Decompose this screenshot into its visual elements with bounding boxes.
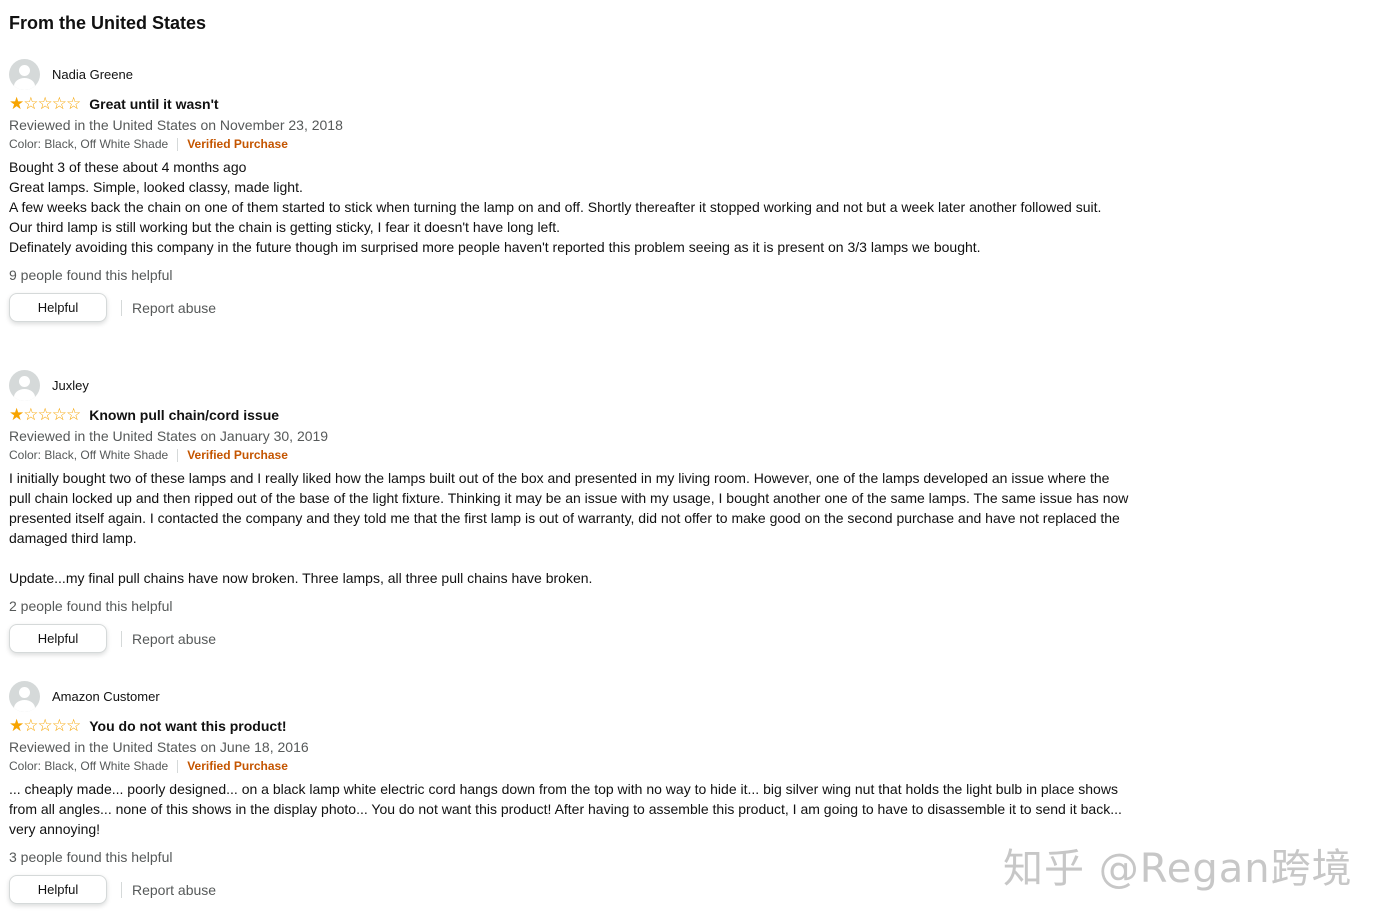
star-rating[interactable]: ★☆☆☆☆ <box>9 716 81 735</box>
star-empty-icon: ☆ <box>23 716 38 735</box>
divider <box>121 881 122 898</box>
star-empty-icon: ☆ <box>66 716 81 735</box>
review-date: Reviewed in the United States on June 18… <box>9 739 309 755</box>
review-date: Reviewed in the United States on Novembe… <box>9 117 343 133</box>
star-filled-icon: ★ <box>9 405 24 424</box>
review-body-line: Bought 3 of these about 4 months ago <box>9 159 247 175</box>
star-empty-icon: ☆ <box>37 94 53 113</box>
star-filled-icon: ★ <box>9 716 24 735</box>
product-format[interactable]: Color: Black, Off White Shade <box>9 446 168 464</box>
divider <box>121 299 122 316</box>
helpful-button[interactable]: Helpful <box>9 875 107 904</box>
watermark: 知乎 @Regan跨境 <box>1003 846 1353 892</box>
avatar-icon <box>9 680 40 712</box>
helpful-button[interactable]: Helpful <box>9 624 107 653</box>
reviewer-name[interactable]: Nadia Greene <box>52 67 133 82</box>
star-empty-icon: ☆ <box>51 405 67 424</box>
product-format[interactable]: Color: Black, Off White Shade <box>9 135 168 153</box>
review-body-line: I initially bought two of these lamps an… <box>9 470 1129 546</box>
helpful-count: 3 people found this helpful <box>9 849 173 865</box>
report-abuse-link[interactable]: Report abuse <box>132 300 216 316</box>
verified-purchase-badge: Verified Purchase <box>187 759 288 773</box>
review-title[interactable]: Great until it wasn't <box>89 96 218 112</box>
star-empty-icon: ☆ <box>66 94 81 113</box>
review-body-line: Update...my final pull chains have now b… <box>9 570 593 586</box>
star-empty-icon: ☆ <box>23 94 38 113</box>
star-filled-icon: ★ <box>9 94 24 113</box>
section-title: From the United States <box>9 13 207 33</box>
divider <box>177 759 179 773</box>
review-card: Nadia Greene ★☆☆☆☆ Great until it wasn't… <box>9 58 1134 322</box>
divider <box>121 630 122 647</box>
star-empty-icon: ☆ <box>51 716 67 735</box>
review-body-line: Definately avoiding this company in the … <box>9 239 981 255</box>
review-body-line: ... cheaply made... poorly designed... o… <box>9 781 1122 837</box>
reviewer-profile[interactable]: Nadia Greene <box>9 58 1134 90</box>
verified-purchase-badge: Verified Purchase <box>187 137 288 151</box>
avatar-icon <box>9 369 40 401</box>
product-format[interactable]: Color: Black, Off White Shade <box>9 757 168 775</box>
star-rating[interactable]: ★☆☆☆☆ <box>9 405 81 424</box>
reviewer-profile[interactable]: Amazon Customer <box>9 680 1134 712</box>
reviewer-name[interactable]: Juxley <box>52 378 89 393</box>
reviewer-profile[interactable]: Juxley <box>9 369 1134 401</box>
reviewer-name[interactable]: Amazon Customer <box>52 689 160 704</box>
star-empty-icon: ☆ <box>66 405 81 424</box>
report-abuse-link[interactable]: Report abuse <box>132 882 216 898</box>
review-body-line <box>9 548 1134 568</box>
star-empty-icon: ☆ <box>51 94 67 113</box>
review-body-line: A few weeks back the chain on one of the… <box>9 199 1102 215</box>
divider <box>177 137 179 151</box>
helpful-count: 9 people found this helpful <box>9 267 173 283</box>
review-body: ... cheaply made... poorly designed... o… <box>9 779 1134 839</box>
avatar-icon <box>9 58 40 90</box>
helpful-count: 2 people found this helpful <box>9 598 173 614</box>
review-body-line: Our third lamp is still working but the … <box>9 219 561 235</box>
review-body: I initially bought two of these lamps an… <box>9 468 1134 588</box>
divider <box>177 448 179 462</box>
review-card: Juxley ★☆☆☆☆ Known pull chain/cord issue… <box>9 369 1134 653</box>
star-empty-icon: ☆ <box>23 405 38 424</box>
star-empty-icon: ☆ <box>37 716 53 735</box>
verified-purchase-badge: Verified Purchase <box>187 448 288 462</box>
star-rating[interactable]: ★☆☆☆☆ <box>9 94 81 113</box>
review-date: Reviewed in the United States on January… <box>9 428 329 444</box>
star-empty-icon: ☆ <box>37 405 53 424</box>
review-title[interactable]: You do not want this product! <box>89 718 286 734</box>
review-body-line: Great lamps. Simple, looked classy, made… <box>9 179 303 195</box>
review-title[interactable]: Known pull chain/cord issue <box>89 407 279 423</box>
report-abuse-link[interactable]: Report abuse <box>132 631 216 647</box>
review-body: Bought 3 of these about 4 months ago Gre… <box>9 157 1134 257</box>
helpful-button[interactable]: Helpful <box>9 293 107 322</box>
review-card: Amazon Customer ★☆☆☆☆ You do not want th… <box>9 680 1134 904</box>
